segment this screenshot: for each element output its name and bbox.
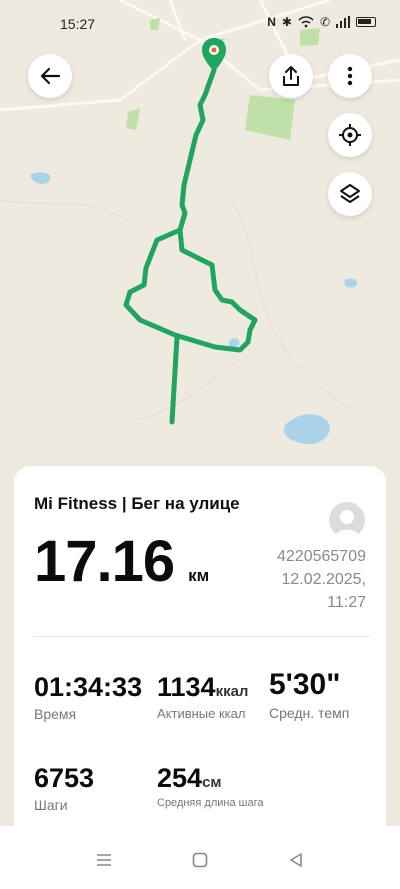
wifi-icon [298,16,314,28]
distance-value: 17.16 [34,529,175,594]
bluetooth-icon: ✱ [281,15,292,29]
more-vertical-icon [347,66,353,86]
nav-menu-button[interactable] [92,848,116,872]
metric-calories: 1134ккал Активные ккал [157,672,248,721]
metric-stride: 254см Средняя длина шага [157,763,263,809]
signal-icon [336,16,350,28]
locate-button[interactable] [328,113,372,157]
system-nav-bar [0,826,400,889]
workout-title: Mi Fitness | Бег на улице [34,494,240,513]
metric-pace: 5'30" Средн. темп [269,668,349,721]
divider [34,636,370,637]
more-options-button[interactable] [328,54,372,98]
arrow-left-icon [40,67,61,85]
stride-label: Средняя длина шага [157,797,264,809]
metric-duration: 01:34:33 Время [34,672,142,722]
nfc-icon: N [267,15,276,29]
share-button[interactable] [269,54,313,98]
share-icon [283,66,299,86]
stride-unit: см [202,774,222,791]
menu-icon [97,854,111,866]
route-line [123,67,258,425]
nav-home-button[interactable] [188,848,212,872]
steps-label: Шаги [34,797,68,813]
status-time: 15:27 [60,16,96,32]
workout-date: 12.02.2025, [281,571,366,588]
back-triangle-icon [290,853,302,867]
pace-label: Средн. темп [269,705,350,721]
home-icon [192,852,208,868]
device-id: 4220565709 [277,548,366,565]
call-icon: ✆ [319,15,330,29]
map-layers-button[interactable] [328,172,372,216]
avatar[interactable] [329,502,365,538]
back-button[interactable] [28,54,72,98]
stride-value: 254 [157,763,203,793]
steps-value: 6753 [34,763,95,793]
layers-icon [340,184,360,203]
pace-value: 5'30" [269,668,341,701]
status-bar: 15:27 N ✱ ✆ [0,0,400,48]
duration-label: Время [34,706,77,722]
duration-value: 01:34:33 [34,672,143,702]
status-icons: N ✱ ✆ [267,15,376,29]
nav-back-button[interactable] [284,848,308,872]
calories-label: Активные ккал [157,706,246,721]
calories-unit: ккал [215,683,249,700]
user-avatar-icon [334,510,360,538]
workout-summary-card: Mi Fitness | Бег на улице 17.16 км 42205… [14,466,386,826]
locate-icon [339,124,361,146]
water-areas [30,172,358,445]
battery-icon [356,17,376,27]
workout-time: 11:27 [327,594,366,611]
distance: 17.16 км [34,528,209,595]
metric-steps: 6753 Шаги [34,763,94,813]
distance-unit: км [188,566,210,585]
calories-value: 1134 [157,672,216,702]
